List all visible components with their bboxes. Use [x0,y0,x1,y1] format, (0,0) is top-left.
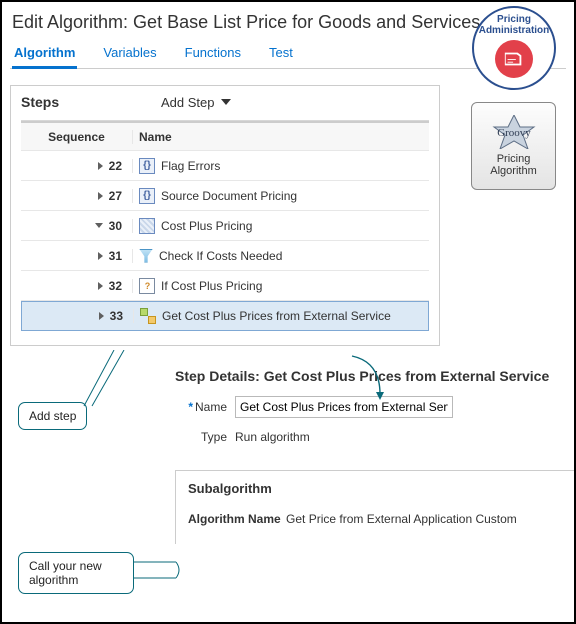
table-row[interactable]: 32 If Cost Plus Pricing [21,271,429,301]
expand-icon[interactable] [98,162,103,170]
pricing-algorithm-badge: Groovy Pricing Algorithm [471,102,556,190]
name-label: Name [195,400,227,414]
pricing-admin-icon [495,40,533,78]
col-sequence: Sequence [21,130,133,144]
box-icon: {} [139,158,155,174]
collapse-icon[interactable] [95,223,103,228]
expand-icon[interactable] [98,282,103,290]
table-row[interactable]: 30 Cost Plus Pricing [21,211,429,241]
type-value: Run algorithm [235,430,310,444]
chevron-down-icon [221,99,231,105]
sequence-number: 33 [110,309,123,323]
steps-heading: Steps [21,94,161,110]
col-name: Name [133,130,429,144]
add-step-label: Add Step [161,95,215,110]
step-name: Check If Costs Needed [159,249,282,263]
svg-text:Groovy: Groovy [497,127,531,139]
sequence-number: 32 [109,279,122,293]
step-name: If Cost Plus Pricing [161,279,262,293]
subalg-name-label: Algorithm Name [188,512,281,526]
table-row[interactable]: 31 Check If Costs Needed [21,241,429,271]
tab-variables[interactable]: Variables [101,41,158,68]
funnel-icon [139,249,153,263]
subalg-name-value: Get Price from External Application Cust… [286,512,517,526]
box-icon: {} [139,188,155,204]
groovy-star-icon: Groovy [486,115,542,149]
subalg-heading: Subalgorithm [188,481,562,496]
expand-icon[interactable] [99,312,104,320]
flow-icon [140,308,156,324]
pat-icon [139,218,155,234]
table-row[interactable]: 27 {} Source Document Pricing [21,181,429,211]
doc-icon [139,278,155,294]
table-row[interactable]: 22 {} Flag Errors [21,151,429,181]
arrow-to-details [350,354,392,402]
step-name: Source Document Pricing [161,189,297,203]
callout-call-new: Call your new algorithm [18,552,134,594]
tab-test[interactable]: Test [267,41,295,68]
step-name-input[interactable] [235,396,453,418]
tab-functions[interactable]: Functions [183,41,243,68]
sequence-number: 30 [109,219,122,233]
tab-algorithm[interactable]: Algorithm [12,41,77,69]
type-label: Type [175,430,235,444]
step-name: Cost Plus Pricing [161,219,252,233]
steps-table: Sequence Name 22 {} Flag Errors 27 {} Source … [21,120,429,331]
sequence-number: 31 [109,249,122,263]
pricing-admin-badge: Pricing Administration [472,6,556,90]
step-name: Get Cost Plus Prices from External Servi… [162,309,391,323]
subalgorithm-panel: Subalgorithm Algorithm Name Get Price fr… [175,470,575,544]
sequence-number: 27 [109,189,122,203]
step-name: Flag Errors [161,159,220,173]
table-row[interactable]: 33 Get Cost Plus Prices from External Ser… [21,301,429,331]
expand-icon[interactable] [98,192,103,200]
steps-panel: Steps Add Step Sequence Name 22 {} Flag Er… [10,85,440,346]
sequence-number: 22 [109,159,122,173]
expand-icon[interactable] [98,252,103,260]
add-step-menu[interactable]: Add Step [161,95,231,110]
